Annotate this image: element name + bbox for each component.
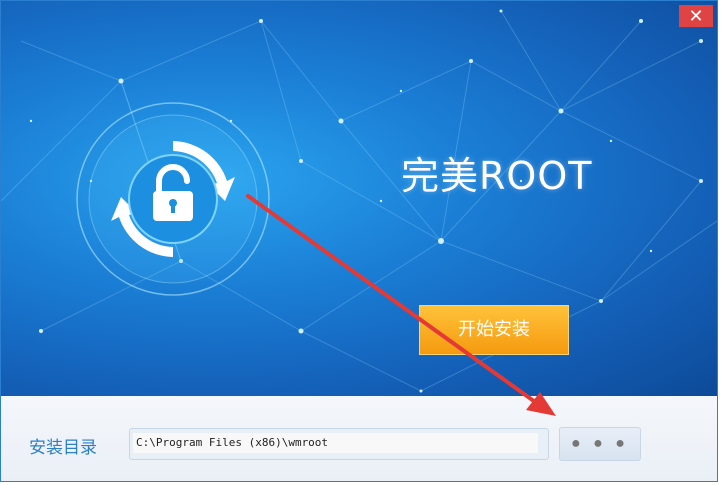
lock-emblem bbox=[76, 102, 270, 296]
install-path-value[interactable]: C:\Program Files (x86)\wmroot bbox=[133, 433, 538, 453]
footer-panel: 安装目录 C:\Program Files (x86)\wmroot ● ● ● bbox=[1, 396, 717, 481]
app-title: 完美ROOT bbox=[401, 154, 593, 198]
close-button[interactable]: ✕ bbox=[679, 5, 713, 27]
start-install-button[interactable]: 开始安装 bbox=[419, 305, 569, 355]
hero-banner: ✕ 完美ROOT 开始安装 bbox=[1, 1, 717, 396]
close-icon: ✕ bbox=[688, 6, 704, 26]
browse-button[interactable]: ● ● ● bbox=[559, 427, 641, 461]
install-path-field[interactable]: C:\Program Files (x86)\wmroot bbox=[129, 428, 549, 460]
install-dir-label: 安装目录 bbox=[29, 438, 97, 458]
installer-window: ✕ 完美ROOT 开始安装 安装目录 C:\Program Files (x86… bbox=[0, 0, 718, 482]
